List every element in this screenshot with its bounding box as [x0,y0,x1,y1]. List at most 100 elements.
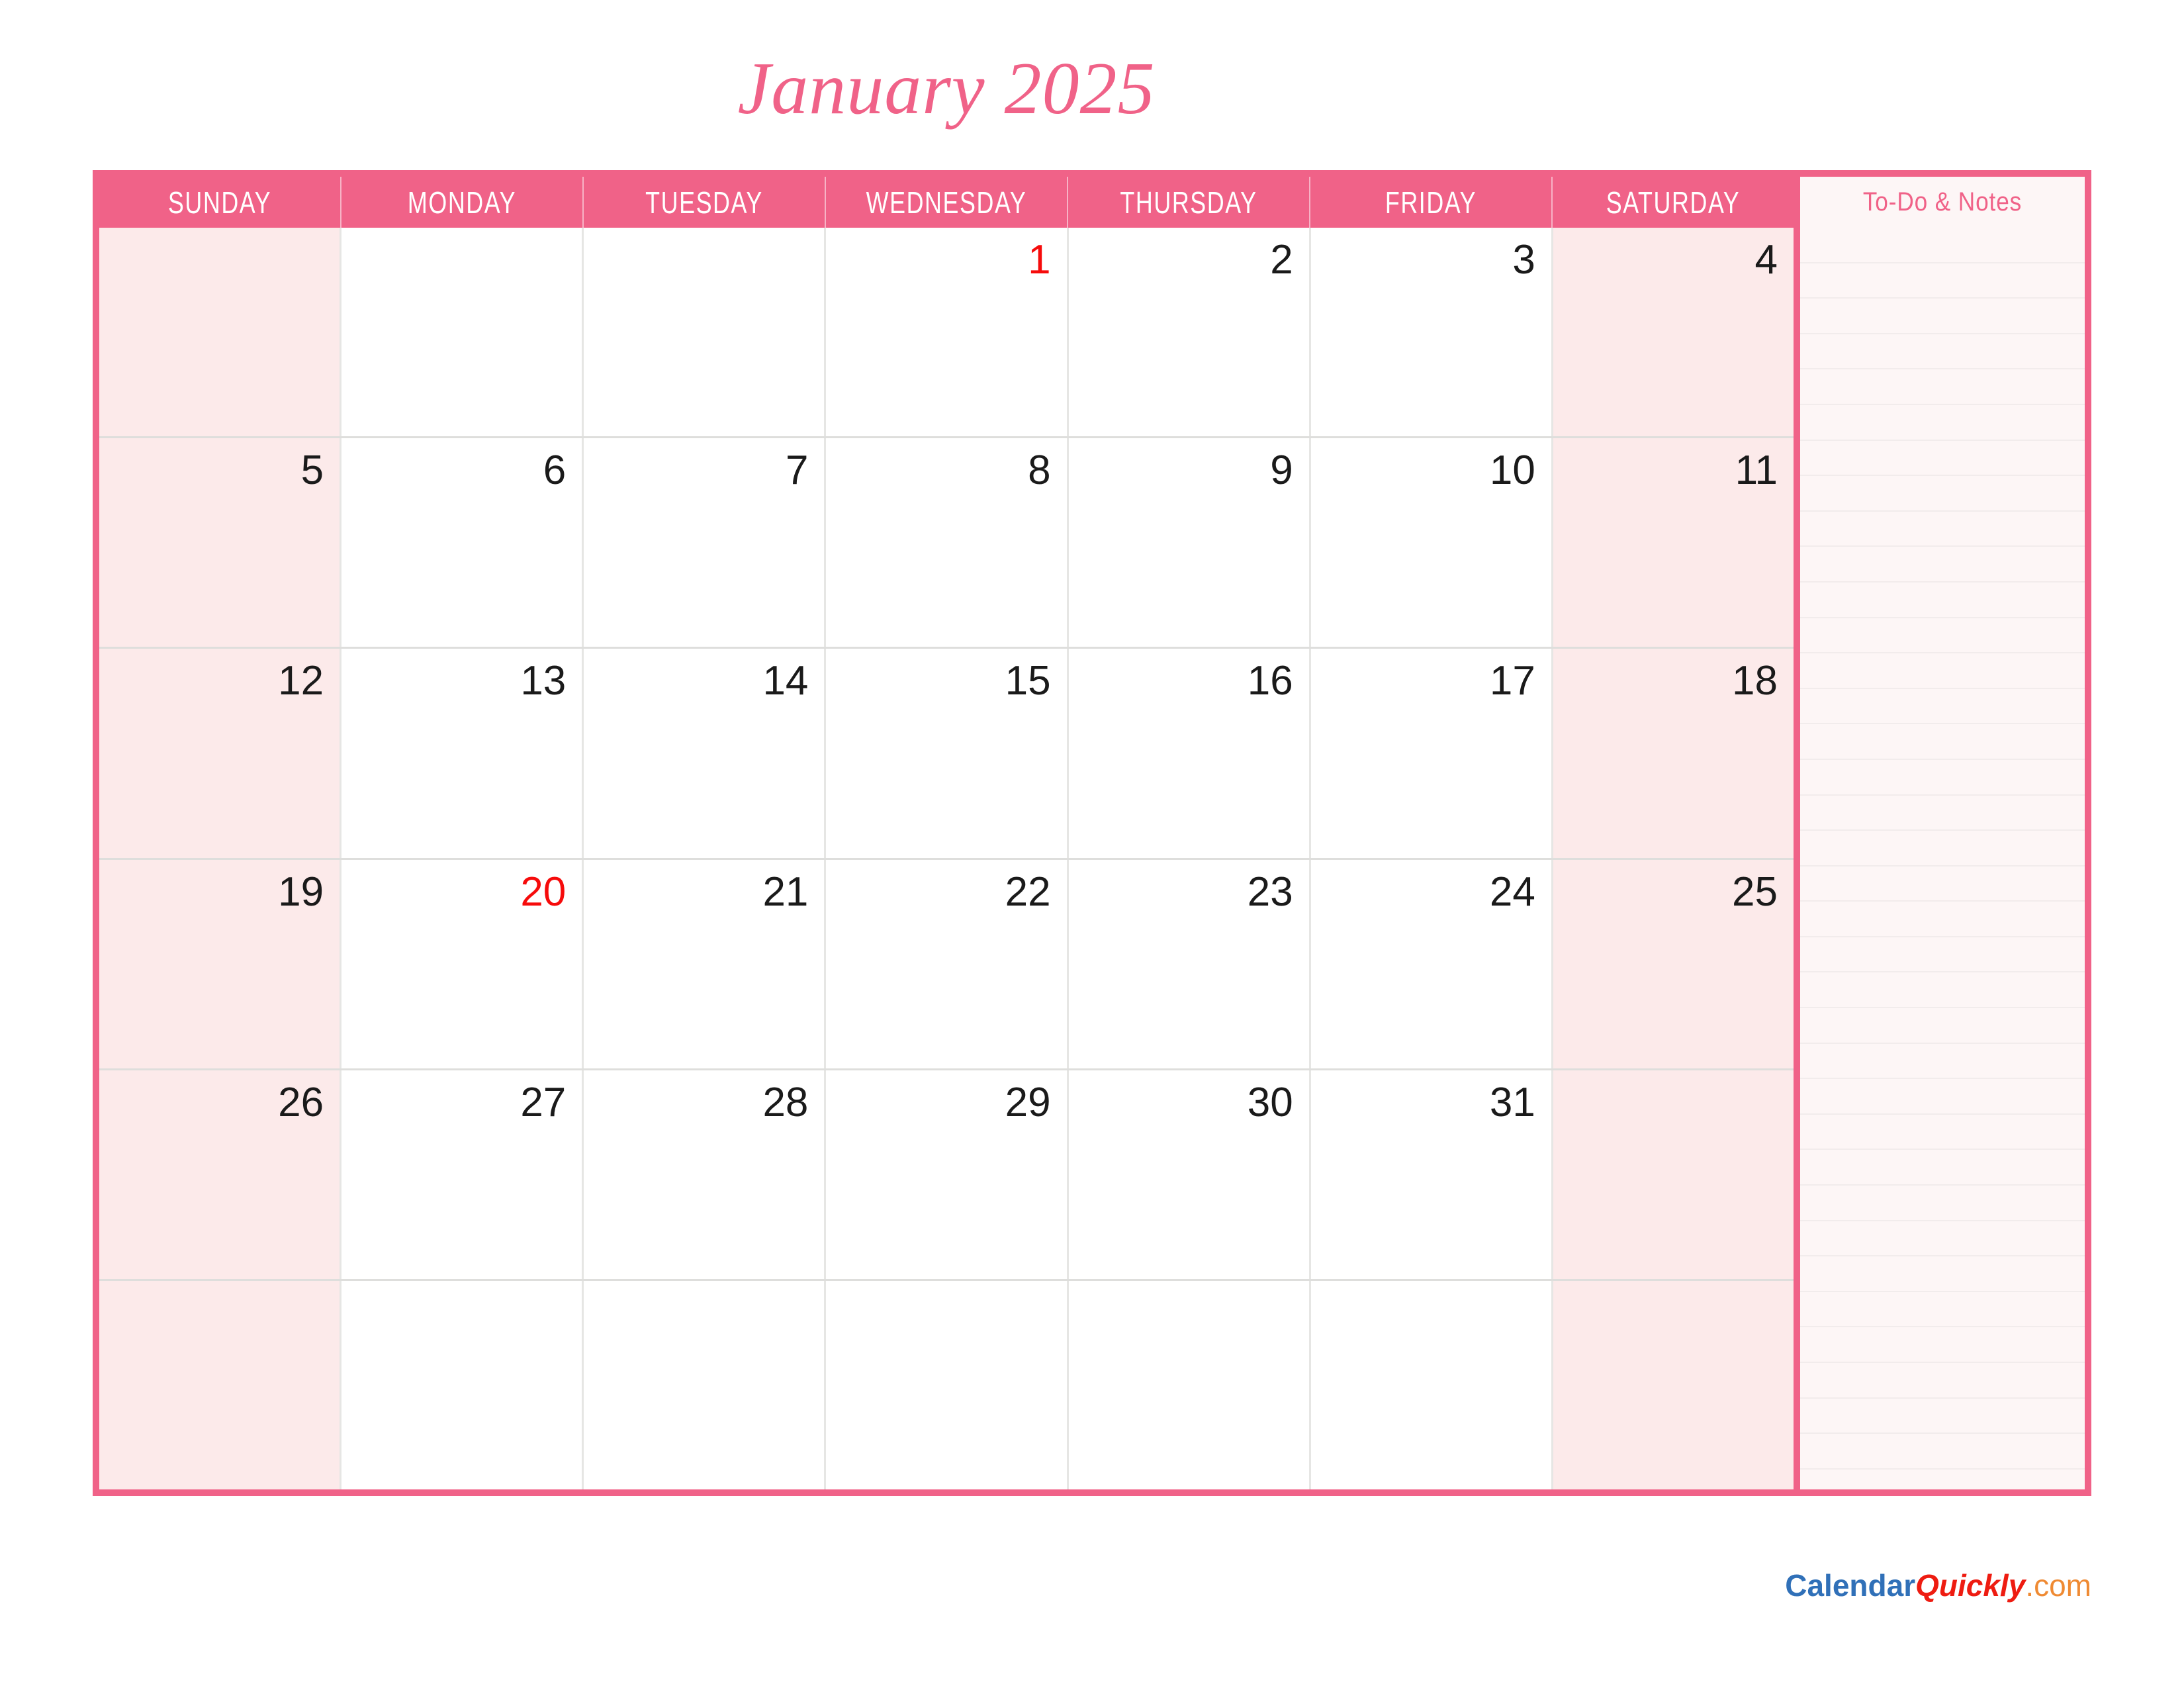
day-number: 9 [1270,447,1293,494]
todo-notes-title: To-Do & Notes [1817,177,2068,228]
note-line[interactable] [1800,405,2085,441]
todo-notes-panel: To-Do & Notes [1800,177,2085,1489]
note-line[interactable] [1800,334,2085,370]
day-cell-25[interactable]: 25 [1551,859,1794,1068]
note-line[interactable] [1800,1115,2085,1150]
note-line[interactable] [1800,512,2085,547]
day-cell-22[interactable]: 22 [824,859,1067,1068]
day-cell-8[interactable]: 8 [824,438,1067,647]
day-cell-28[interactable]: 28 [582,1070,825,1279]
day-cell-15[interactable]: 15 [824,649,1067,858]
note-line[interactable] [1800,228,2085,263]
note-line[interactable] [1800,299,2085,334]
day-cell-6[interactable]: 6 [340,438,582,647]
note-line[interactable] [1800,831,2085,867]
day-cell-16[interactable]: 16 [1066,649,1309,858]
day-cell-17[interactable]: 17 [1308,649,1551,858]
day-cell-4[interactable]: 4 [1551,228,1794,437]
day-cell-19[interactable]: 19 [99,859,340,1068]
day-cell-9[interactable]: 9 [1066,438,1309,647]
day-number: 18 [1732,658,1778,704]
day-cell-11[interactable]: 11 [1551,438,1794,647]
note-line[interactable] [1800,1186,2085,1221]
week-row: 1 2 3 4 [99,228,1794,437]
day-cell-empty[interactable] [340,228,582,437]
day-cell-30[interactable]: 30 [1066,1070,1309,1279]
week-rows-container: 1 2 3 4 5 6 7 8 9 10 11 12 13 14 15 16 17 18 19 20 21 22 23 24 2… [99,228,1794,1490]
day-cell-empty[interactable] [99,228,340,437]
day-number: 31 [1489,1079,1535,1125]
weekday-header-sunday: SUNDAY [167,185,272,220]
note-line[interactable] [1800,1470,2085,1489]
day-cell-31[interactable]: 31 [1308,1070,1551,1279]
note-line[interactable] [1800,1221,2085,1257]
week-row [99,1278,1794,1490]
logo-calendar-text: Calendar [1785,1568,1916,1603]
note-line[interactable] [1800,902,2085,937]
note-line[interactable] [1800,1327,2085,1363]
day-cell-empty[interactable] [824,1280,1067,1490]
note-line[interactable] [1800,972,2085,1009]
day-cell-27[interactable]: 27 [340,1070,582,1279]
note-line[interactable] [1800,1292,2085,1328]
day-cell-empty[interactable] [1551,1280,1794,1490]
note-line[interactable] [1800,867,2085,902]
note-line[interactable] [1800,1434,2085,1470]
day-cell-24[interactable]: 24 [1308,859,1551,1068]
day-cell-10[interactable]: 10 [1308,438,1551,647]
day-cell-empty[interactable] [582,1280,825,1490]
day-cell-23[interactable]: 23 [1066,859,1309,1068]
note-line[interactable] [1800,1363,2085,1399]
day-cell-3[interactable]: 3 [1308,228,1551,437]
note-line[interactable] [1800,1044,2085,1080]
site-logo[interactable]: CalendarQuickly.com [1785,1568,2091,1603]
logo-com-text: .com [2025,1568,2091,1603]
day-number: 4 [1754,237,1778,283]
day-cell-18[interactable]: 18 [1551,649,1794,858]
day-cell-21[interactable]: 21 [582,859,825,1068]
note-line[interactable] [1800,1256,2085,1292]
day-number: 5 [300,447,324,494]
note-line[interactable] [1800,653,2085,689]
note-line[interactable] [1800,618,2085,654]
note-line[interactable] [1800,796,2085,831]
day-cell-empty[interactable] [99,1280,340,1490]
day-cell-7[interactable]: 7 [582,438,825,647]
day-cell-26[interactable]: 26 [99,1070,340,1279]
weekday-header-separator [825,177,826,228]
day-cell-12[interactable]: 12 [99,649,340,858]
day-cell-2[interactable]: 2 [1066,228,1309,437]
note-line[interactable] [1800,547,2085,583]
weekday-header-wednesday: WEDNESDAY [866,185,1027,220]
note-line[interactable] [1800,1150,2085,1186]
day-cell-empty[interactable] [1551,1070,1794,1279]
note-line[interactable] [1800,583,2085,618]
note-line[interactable] [1800,689,2085,725]
day-cell-empty[interactable] [1308,1280,1551,1490]
day-cell-20[interactable]: 20 [340,859,582,1068]
day-cell-29[interactable]: 29 [824,1070,1067,1279]
note-line[interactable] [1800,1399,2085,1434]
note-line[interactable] [1800,724,2085,760]
note-line[interactable] [1800,476,2085,512]
day-cell-empty[interactable] [1066,1280,1309,1490]
weekday-header-separator [582,177,584,228]
day-cell-1[interactable]: 1 [824,228,1067,437]
day-cell-14[interactable]: 14 [582,649,825,858]
note-line[interactable] [1800,760,2085,796]
note-line[interactable] [1800,263,2085,299]
day-number: 15 [1005,658,1051,704]
day-cell-empty[interactable] [340,1280,582,1490]
note-line[interactable] [1800,937,2085,973]
note-line[interactable] [1800,369,2085,405]
note-line[interactable] [1800,441,2085,477]
day-cell-empty[interactable] [582,228,825,437]
week-row: 5 6 7 8 9 10 11 [99,436,1794,647]
day-number: 29 [1005,1079,1051,1125]
todo-notes-lines[interactable] [1800,228,2085,1489]
note-line[interactable] [1800,1008,2085,1044]
day-cell-5[interactable]: 5 [99,438,340,647]
day-number: 23 [1247,868,1293,915]
day-cell-13[interactable]: 13 [340,649,582,858]
note-line[interactable] [1800,1079,2085,1115]
